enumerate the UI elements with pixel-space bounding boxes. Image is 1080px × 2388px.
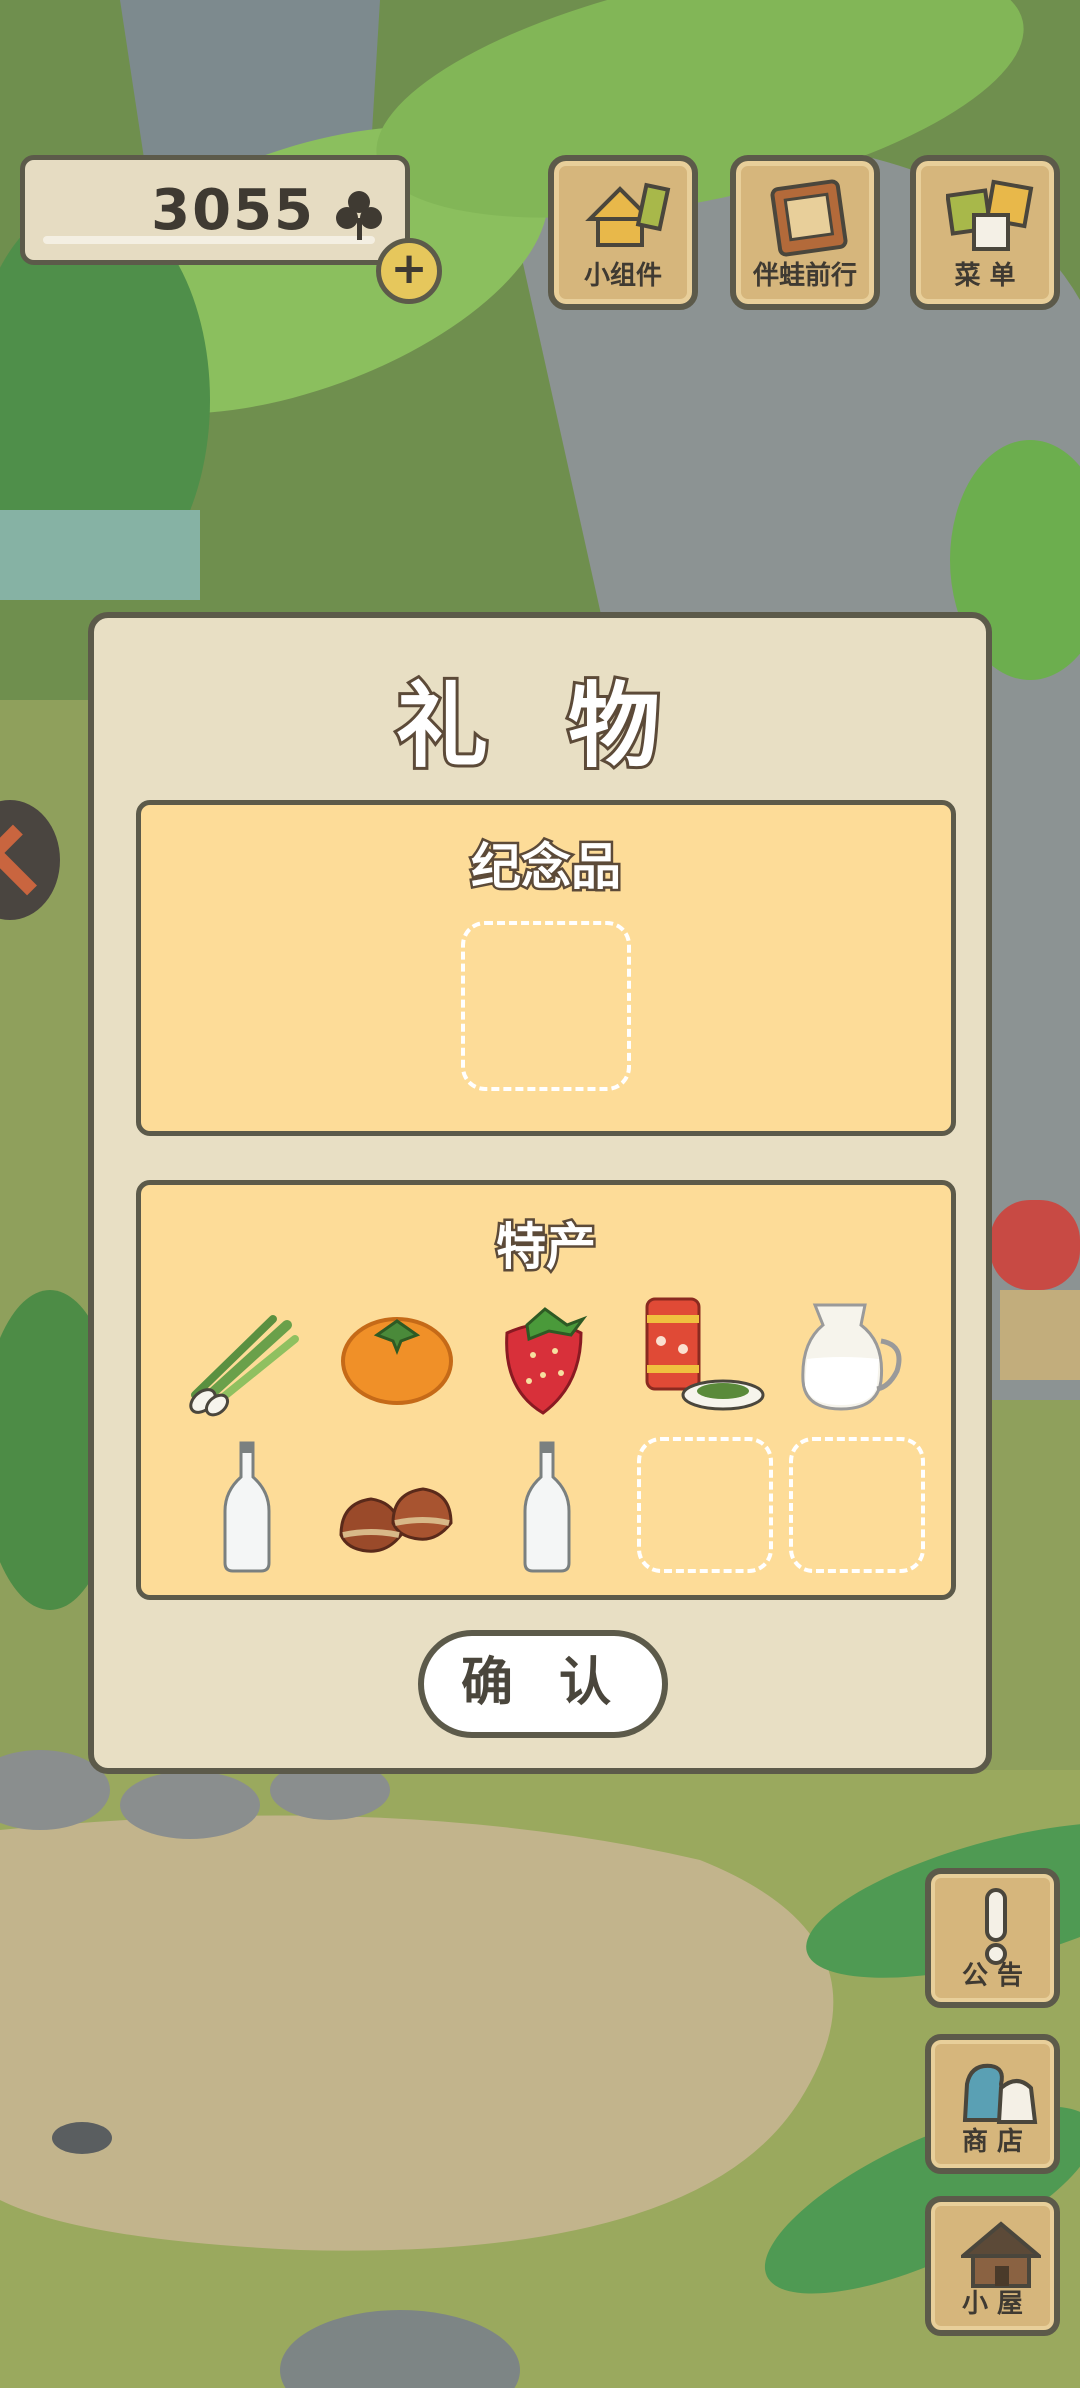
confirm-button[interactable]: 确 认 xyxy=(418,1630,668,1738)
chestnut-icon xyxy=(339,1487,453,1553)
persimmon-item[interactable] xyxy=(327,1285,467,1425)
bottle-item-2[interactable] xyxy=(477,1437,617,1577)
menu-button[interactable]: 菜 单 xyxy=(910,155,1060,310)
house-button[interactable]: 小 屋 xyxy=(925,2196,1060,2336)
bottle-item-1[interactable] xyxy=(177,1437,317,1577)
widget-icon xyxy=(585,182,671,247)
milk-jug-item[interactable] xyxy=(777,1285,917,1425)
souvenir-panel: 纪念品 xyxy=(136,800,956,1136)
clover-count: 3055 xyxy=(151,178,315,243)
notice-label: 公 告 xyxy=(961,1961,1024,1991)
add-clover-button[interactable]: + xyxy=(376,238,442,304)
green-onion-item[interactable] xyxy=(177,1285,317,1425)
souvenir-title: 纪念品 xyxy=(469,836,624,899)
specialty-title: 特产 xyxy=(494,1216,599,1279)
shop-button[interactable]: 商 店 xyxy=(925,2034,1060,2174)
journey-book-icon xyxy=(770,179,848,257)
chestnut-item[interactable] xyxy=(327,1437,467,1577)
bottle-icon xyxy=(223,1441,271,1573)
bottle-icon xyxy=(523,1441,571,1573)
souvenir-empty-slot[interactable] xyxy=(461,921,631,1091)
clover-counter: 3055 xyxy=(20,155,410,265)
menu-cards-icon xyxy=(946,179,1034,251)
shop-label: 商 店 xyxy=(961,2127,1024,2157)
widget-button[interactable]: 小组件 xyxy=(548,155,698,310)
green-onion-icon xyxy=(189,1315,299,1417)
strawberry-icon xyxy=(505,1307,588,1415)
clover-icon xyxy=(336,191,382,240)
specialty-empty-slot-1[interactable] xyxy=(637,1437,773,1573)
return-arrow-icon xyxy=(0,824,56,896)
gift-dialog: 礼 物 纪念品 特产 确 认 xyxy=(88,612,992,1774)
specialty-empty-slot-2[interactable] xyxy=(789,1437,925,1573)
house-label: 小 屋 xyxy=(961,2289,1024,2319)
notice-button[interactable]: 公 告 xyxy=(925,1868,1060,2008)
counter-underline xyxy=(43,236,375,244)
tea-tin-item[interactable] xyxy=(627,1285,767,1425)
specialty-panel: 特产 xyxy=(136,1180,956,1600)
dialog-title: 礼 物 xyxy=(393,670,685,783)
menu-label: 菜 单 xyxy=(954,261,1016,291)
widget-label: 小组件 xyxy=(583,261,662,291)
persimmon-icon xyxy=(341,1317,453,1405)
strawberry-item[interactable] xyxy=(477,1285,617,1425)
journey-label: 伴蛙前行 xyxy=(752,261,857,291)
tea-tin-icon xyxy=(645,1297,765,1411)
milk-jug-icon xyxy=(801,1303,902,1411)
journey-button[interactable]: 伴蛙前行 xyxy=(730,155,880,310)
